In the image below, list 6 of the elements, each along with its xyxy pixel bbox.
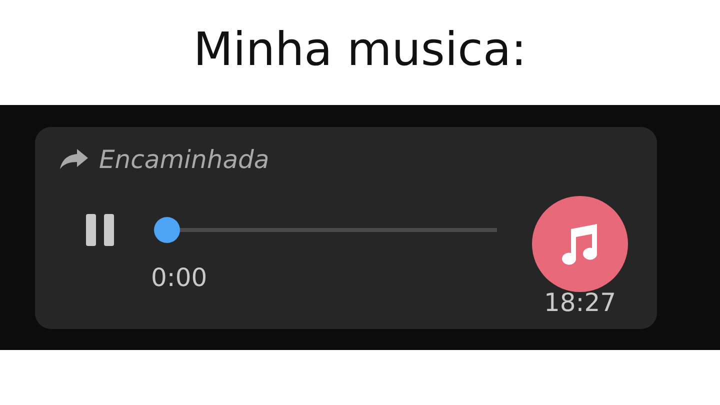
duration-time: 18:27: [544, 288, 616, 316]
progress-thumb[interactable]: [154, 216, 180, 242]
forwarded-label: Encaminhada: [99, 144, 270, 174]
elapsed-time: 0:00: [151, 262, 208, 292]
page-title: Minha musica:: [192, 20, 528, 78]
forward-icon: [59, 148, 89, 170]
